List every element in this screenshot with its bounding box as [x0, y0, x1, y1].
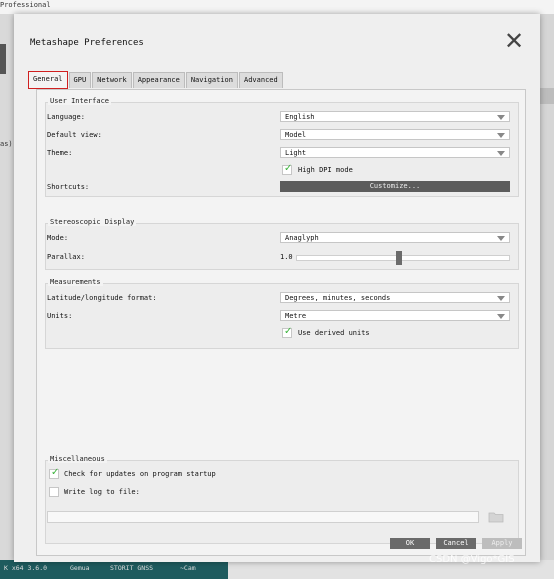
write-log-checkbox[interactable]: [49, 487, 59, 497]
stereoscopic-group: Stereoscopic Display Mode: Anaglyph Para…: [45, 218, 519, 270]
ok-button[interactable]: OK: [390, 538, 430, 549]
units-label: Units:: [47, 312, 73, 320]
measurements-group: Measurements Latitude/longitude format: …: [45, 278, 519, 349]
tab-navigation[interactable]: Navigation: [185, 72, 238, 88]
customize-button[interactable]: Customize...: [280, 181, 510, 192]
dropdown-arrow-icon: [497, 133, 505, 138]
general-tab-panel: User Interface Language: English Default…: [36, 89, 526, 556]
language-value: English: [285, 113, 315, 121]
dropdown-arrow-icon: [497, 115, 505, 120]
check-updates-checkbox[interactable]: ✓: [49, 467, 60, 479]
slider-handle[interactable]: [395, 251, 402, 265]
folder-icon[interactable]: [488, 511, 504, 523]
taskbar-fragment: STORIT GNSS: [110, 564, 154, 572]
tab-general[interactable]: General: [28, 71, 68, 89]
user-interface-group: User Interface Language: English Default…: [45, 97, 519, 197]
high-dpi-label: High DPI mode: [298, 166, 353, 174]
dialog-title: Metashape Preferences: [30, 38, 144, 48]
tab-network[interactable]: Network: [92, 72, 132, 88]
latlon-format-value: Degrees, minutes, seconds: [285, 294, 391, 302]
taskbar-fragment: K x64 3.6.0: [4, 564, 48, 572]
group-title: Measurements: [48, 278, 103, 286]
checkmark-icon: ✓: [284, 163, 293, 174]
mode-value: Anaglyph: [285, 234, 319, 242]
default-view-label: Default view:: [47, 131, 102, 139]
log-file-path-input[interactable]: [47, 511, 479, 523]
theme-dropdown[interactable]: Light: [280, 147, 510, 158]
write-log-label: Write log to file:: [64, 488, 140, 496]
tab-advanced[interactable]: Advanced: [239, 72, 283, 88]
background-left-strip: [0, 44, 6, 74]
check-updates-label: Check for updates on program startup: [64, 470, 216, 478]
cancel-button[interactable]: Cancel: [436, 538, 476, 549]
tab-gpu[interactable]: GPU: [68, 72, 92, 88]
background-app-titlebar: Professional: [0, 0, 554, 14]
latlon-format-label: Latitude/longitude format:: [47, 294, 157, 302]
checkmark-icon: ✓: [284, 326, 293, 337]
checkmark-icon: ✓: [51, 467, 60, 478]
dropdown-arrow-icon: [497, 236, 505, 241]
background-app-title: Professional: [0, 1, 51, 9]
dropdown-arrow-icon: [497, 314, 505, 319]
high-dpi-checkbox[interactable]: ✓: [282, 163, 293, 175]
miscellaneous-group: Miscellaneous ✓ Check for updates on pro…: [45, 455, 519, 544]
units-dropdown[interactable]: Metre: [280, 310, 510, 321]
parallax-slider[interactable]: [296, 255, 510, 261]
latlon-format-dropdown[interactable]: Degrees, minutes, seconds: [280, 292, 510, 303]
close-icon[interactable]: ✕: [502, 29, 526, 54]
background-left-panel: [0, 14, 14, 579]
dropdown-arrow-icon: [497, 151, 505, 156]
apply-button[interactable]: Apply: [482, 538, 522, 549]
preferences-dialog: Metashape Preferences ✕ General GPU Netw…: [14, 14, 540, 562]
default-view-value: Model: [285, 131, 307, 139]
derived-units-label: Use derived units: [298, 329, 370, 337]
default-view-dropdown[interactable]: Model: [280, 129, 510, 140]
theme-value: Light: [285, 149, 307, 157]
mode-label: Mode:: [47, 234, 69, 242]
shortcuts-label: Shortcuts:: [47, 183, 90, 191]
tab-bar: General GPU Network Appearance Navigatio…: [28, 71, 284, 89]
language-dropdown[interactable]: English: [280, 111, 510, 122]
language-label: Language:: [47, 113, 85, 121]
parallax-value: 1.0: [280, 253, 293, 261]
derived-units-checkbox[interactable]: ✓: [282, 326, 293, 338]
group-title: Miscellaneous: [48, 455, 107, 463]
parallax-label: Parallax:: [47, 253, 85, 261]
watermark: CSDN @Vigo*GIS: [429, 554, 515, 565]
mode-dropdown[interactable]: Anaglyph: [280, 232, 510, 243]
background-right-bar: [540, 88, 554, 104]
units-value: Metre: [285, 312, 307, 320]
tab-appearance[interactable]: Appearance: [132, 72, 185, 88]
group-title: User Interface: [48, 97, 112, 105]
taskbar-fragment: Gemua: [70, 564, 90, 572]
dropdown-arrow-icon: [497, 296, 505, 301]
group-title: Stereoscopic Display: [48, 218, 137, 226]
taskbar-fragment: ~Cam: [180, 564, 196, 572]
background-side-fragment: as): [0, 140, 13, 148]
theme-label: Theme:: [47, 149, 73, 157]
